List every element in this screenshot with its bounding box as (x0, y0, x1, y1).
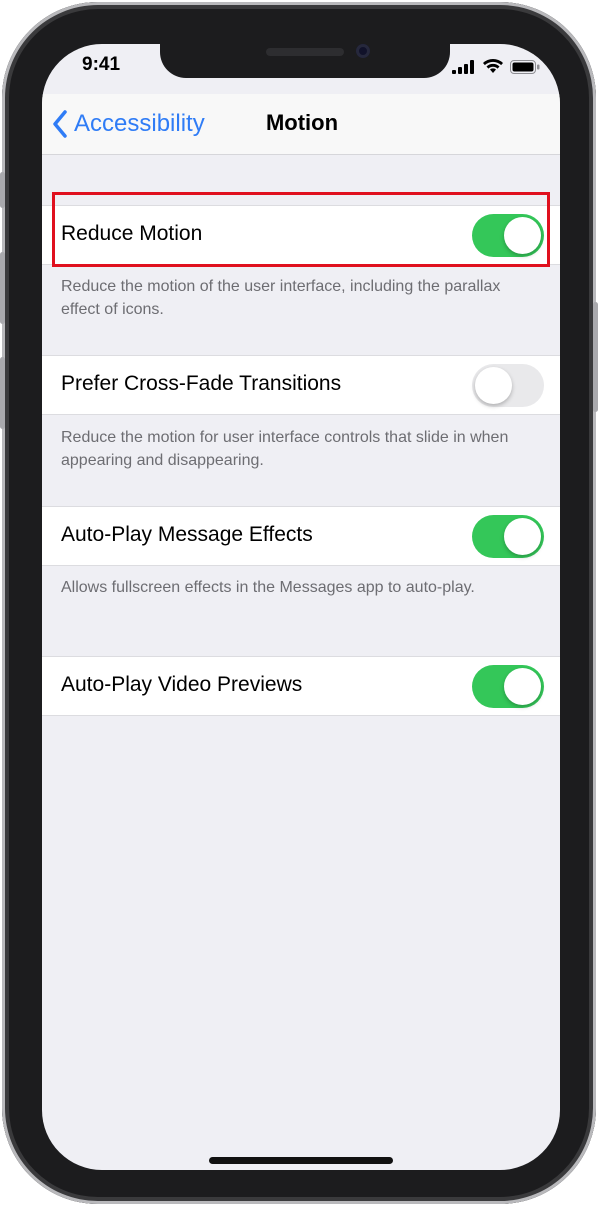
power-button (593, 302, 598, 412)
setting-footer-cross-fade: Reduce the motion for user interface con… (61, 429, 509, 469)
toggle-knob (475, 367, 512, 404)
page-title-text: Motion (265, 110, 339, 135)
cross-fade-toggle[interactable] (472, 364, 544, 407)
screen: 9:41 Accessibility Motion Reduce Motion … (42, 44, 560, 1170)
page-title: Motion (42, 110, 560, 136)
setting-label: Auto-Play Video Previews (61, 673, 303, 696)
setting-label: Prefer Cross-Fade Transitions (61, 372, 342, 395)
volume-down-button (0, 357, 5, 429)
video-previews-toggle[interactable] (472, 665, 544, 708)
front-camera (356, 44, 370, 58)
silent-switch (0, 172, 5, 208)
setting-row-reduce-motion: Reduce Motion (42, 205, 560, 265)
message-effects-toggle[interactable] (472, 515, 544, 558)
notch (160, 44, 450, 78)
navigation-bar: Accessibility Motion (42, 94, 560, 155)
volume-up-button (0, 252, 5, 324)
setting-label: Reduce Motion (61, 222, 203, 245)
toggle-knob (504, 668, 541, 705)
setting-label: Auto-Play Message Effects (61, 523, 313, 546)
wifi-icon (483, 59, 503, 73)
toggle-knob (504, 518, 541, 555)
phone-frame: 9:41 Accessibility Motion Reduce Motion … (0, 2, 598, 1204)
toggle-knob (504, 217, 541, 254)
speaker-grille (266, 48, 344, 56)
home-indicator[interactable] (209, 1157, 393, 1164)
setting-row-message-effects: Auto-Play Message Effects (42, 506, 560, 566)
setting-row-cross-fade: Prefer Cross-Fade Transitions (42, 355, 560, 415)
setting-row-video-previews: Auto-Play Video Previews (42, 656, 560, 716)
setting-footer-reduce-motion: Reduce the motion of the user interface,… (61, 278, 501, 318)
battery-icon (510, 60, 540, 74)
reduce-motion-toggle[interactable] (472, 214, 544, 257)
cellular-signal-icon (452, 60, 474, 74)
status-time: 9:41 (82, 54, 121, 75)
setting-footer-message-effects: Allows fullscreen effects in the Message… (61, 579, 475, 596)
